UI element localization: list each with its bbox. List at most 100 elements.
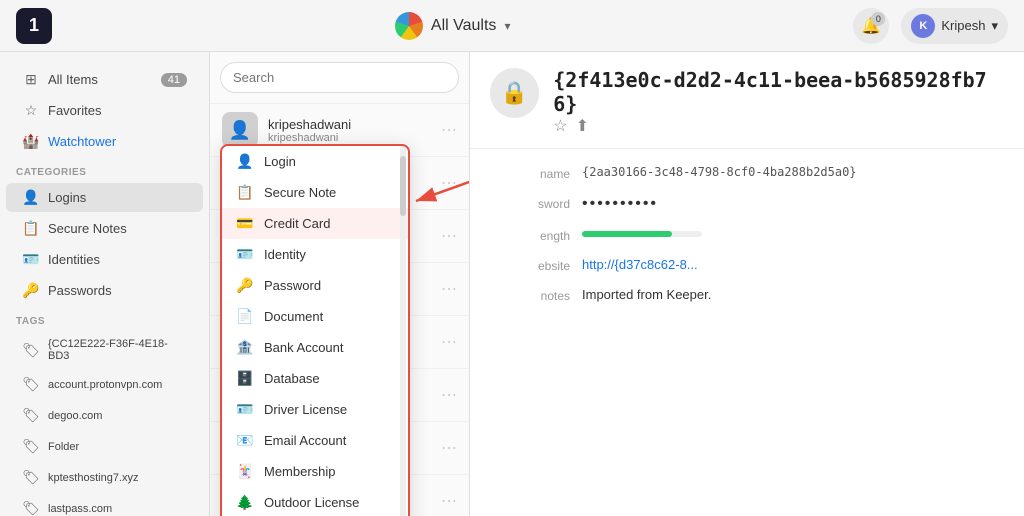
dropdown-item-login[interactable]: 👤 Login bbox=[222, 146, 408, 177]
item-action-icon[interactable]: ⋯ bbox=[441, 226, 457, 246]
sidebar-item-tag6[interactable]: 🏷 lastpass.com bbox=[6, 494, 203, 516]
share-button[interactable]: ⬆ bbox=[576, 116, 589, 136]
list-panel: 👤 kripeshadwani kripeshadwani ⋯ ✱ lastpa… bbox=[210, 52, 470, 516]
password-field-label: sword bbox=[490, 195, 570, 213]
tag-icon-4: 🏷 bbox=[22, 438, 40, 455]
password-field-value: •••••••••• bbox=[582, 195, 1004, 213]
sidebar-item-tag4[interactable]: 🏷 Folder bbox=[6, 432, 203, 461]
membership-icon: 🃏 bbox=[236, 463, 254, 480]
notes-field-value: Imported from Keeper. bbox=[582, 287, 1004, 303]
item-lock-icon: 🔒 bbox=[490, 68, 539, 118]
document-icon: 📄 bbox=[236, 308, 254, 325]
dropdown-item-identity[interactable]: 🪪 Identity bbox=[222, 239, 408, 270]
watchtower-label: Watchtower bbox=[48, 134, 187, 149]
categories-section-label: CATEGORIES bbox=[0, 157, 209, 182]
topbar-left: 1 bbox=[16, 8, 52, 44]
email-icon: 📧 bbox=[236, 432, 254, 449]
item-action-icon[interactable]: ⋯ bbox=[441, 173, 457, 193]
topbar: 1 All Vaults ▾ 🔔 0 K Kripesh ▾ bbox=[0, 0, 1024, 52]
sidebar-item-tag1[interactable]: 🏷 {CC12E222-F36F-4E18-BD3 bbox=[6, 332, 203, 368]
tag-icon-5: 🏷 bbox=[22, 469, 40, 486]
item-action-icon[interactable]: ⋯ bbox=[441, 332, 457, 352]
favorite-button[interactable]: ☆ bbox=[553, 116, 567, 136]
dropdown-item-password[interactable]: 🔑 Password bbox=[222, 270, 408, 301]
dropdown-item-document[interactable]: 📄 Document bbox=[222, 301, 408, 332]
passwords-label: Passwords bbox=[48, 283, 187, 298]
dropdown-item-email-account[interactable]: 📧 Email Account bbox=[222, 425, 408, 456]
dropdown-driver-license-label: Driver License bbox=[264, 402, 347, 417]
list-items: 👤 kripeshadwani kripeshadwani ⋯ ✱ lastpa… bbox=[210, 104, 469, 516]
user-avatar: K bbox=[911, 14, 935, 38]
notification-badge: 0 bbox=[871, 12, 885, 26]
tag-icon-2: 🏷 bbox=[22, 376, 40, 393]
driver-license-icon: 🪪 bbox=[236, 401, 254, 418]
item-action-icon[interactable]: ⋯ bbox=[441, 438, 457, 458]
tag-icon-6: 🏷 bbox=[22, 500, 40, 516]
detail-header: 🔒 {2f413e0c-d2d2-4c11-beea-b5685928fb76}… bbox=[470, 52, 1024, 149]
item-action-icon[interactable]: ⋯ bbox=[441, 279, 457, 299]
item-name: kripeshadwani bbox=[268, 117, 431, 132]
vault-selector[interactable]: All Vaults ▾ bbox=[395, 12, 511, 40]
strength-bar bbox=[582, 231, 702, 237]
dropdown-item-driver-license[interactable]: 🪪 Driver License bbox=[222, 394, 408, 425]
dropdown-item-credit-card[interactable]: 💳 Credit Card bbox=[222, 208, 408, 239]
secure-notes-label: Secure Notes bbox=[48, 221, 187, 236]
star-icon: ☆ bbox=[22, 102, 40, 119]
all-items-label: All Items bbox=[48, 72, 153, 87]
identity-menu-icon: 🪪 bbox=[236, 246, 254, 263]
website-field-value[interactable]: http://{d37c8c62-8... bbox=[582, 257, 1004, 273]
dropdown-outdoor-license-label: Outdoor License bbox=[264, 495, 359, 510]
username-field-label: name bbox=[490, 165, 570, 181]
search-input[interactable] bbox=[220, 62, 459, 93]
notification-bell-button[interactable]: 🔔 0 bbox=[853, 8, 889, 44]
password-menu-icon: 🔑 bbox=[236, 277, 254, 294]
notes-field-label: notes bbox=[490, 287, 570, 303]
dropdown-item-bank-account[interactable]: 🏦 Bank Account bbox=[222, 332, 408, 363]
sidebar-item-tag5[interactable]: 🏷 kptesthosting7.xyz bbox=[6, 463, 203, 492]
detail-id: {2f413e0c-d2d2-4c11-beea-b5685928fb76} bbox=[553, 68, 1004, 116]
credit-card-icon: 💳 bbox=[236, 215, 254, 232]
sidebar-item-identities[interactable]: 🪪 Identities bbox=[6, 245, 203, 274]
logins-icon: 👤 bbox=[22, 189, 40, 206]
sidebar-item-all-items[interactable]: ⊞ All Items 41 bbox=[6, 65, 203, 94]
strength-field-row: ength bbox=[490, 227, 1004, 243]
item-action-icon[interactable]: ⋯ bbox=[441, 385, 457, 405]
user-menu-button[interactable]: K Kripesh ▾ bbox=[901, 8, 1008, 44]
sidebar-item-passwords[interactable]: 🔑 Passwords bbox=[6, 276, 203, 305]
dropdown-item-outdoor-license[interactable]: 🌲 Outdoor License bbox=[222, 487, 408, 516]
sidebar-item-watchtower[interactable]: 🏰 Watchtower bbox=[6, 127, 203, 156]
dropdown-item-membership[interactable]: 🃏 Membership bbox=[222, 456, 408, 487]
identities-label: Identities bbox=[48, 252, 187, 267]
dropdown-item-database[interactable]: 🗄️ Database bbox=[222, 363, 408, 394]
password-field-row: sword •••••••••• bbox=[490, 195, 1004, 213]
dropdown-document-label: Document bbox=[264, 309, 323, 324]
dropdown-bank-account-label: Bank Account bbox=[264, 340, 344, 355]
detail-actions: ☆ ⬆ bbox=[553, 116, 1004, 136]
chevron-down-icon: ▾ bbox=[504, 19, 510, 33]
sidebar-item-logins[interactable]: 👤 Logins bbox=[6, 183, 203, 212]
dropdown-email-account-label: Email Account bbox=[264, 433, 346, 448]
strength-indicator bbox=[582, 227, 702, 243]
sidebar-item-favorites[interactable]: ☆ Favorites bbox=[6, 96, 203, 125]
vault-icon bbox=[395, 12, 423, 40]
username-field-row: name {2aa30166-3c48-4798-8cf0-4ba288b2d5… bbox=[490, 165, 1004, 181]
main-layout: ⊞ All Items 41 ☆ Favorites 🏰 Watchtower … bbox=[0, 52, 1024, 516]
dropdown-login-label: Login bbox=[264, 154, 296, 169]
item-info: kripeshadwani kripeshadwani bbox=[268, 117, 431, 144]
username-field-value: {2aa30166-3c48-4798-8cf0-4ba288b2d5a0} bbox=[582, 165, 1004, 181]
tag3-label: degoo.com bbox=[48, 410, 187, 422]
sidebar-item-secure-notes[interactable]: 📋 Secure Notes bbox=[6, 214, 203, 243]
dropdown-scrollbar bbox=[400, 146, 406, 516]
tag1-label: {CC12E222-F36F-4E18-BD3 bbox=[48, 338, 187, 362]
sidebar-item-tag2[interactable]: 🏷 account.protonvpn.com bbox=[6, 370, 203, 399]
sidebar-item-tag3[interactable]: 🏷 degoo.com bbox=[6, 401, 203, 430]
outdoor-license-icon: 🌲 bbox=[236, 494, 254, 511]
item-action-icon[interactable]: ⋯ bbox=[441, 120, 457, 140]
dropdown-membership-label: Membership bbox=[264, 464, 336, 479]
website-field-label: ebsite bbox=[490, 257, 570, 273]
app-logo[interactable]: 1 bbox=[16, 8, 52, 44]
item-action-icon[interactable]: ⋯ bbox=[441, 491, 457, 511]
dropdown-credit-card-label: Credit Card bbox=[264, 216, 330, 231]
website-field-row: ebsite http://{d37c8c62-8... bbox=[490, 257, 1004, 273]
dropdown-item-secure-note[interactable]: 📋 Secure Note bbox=[222, 177, 408, 208]
